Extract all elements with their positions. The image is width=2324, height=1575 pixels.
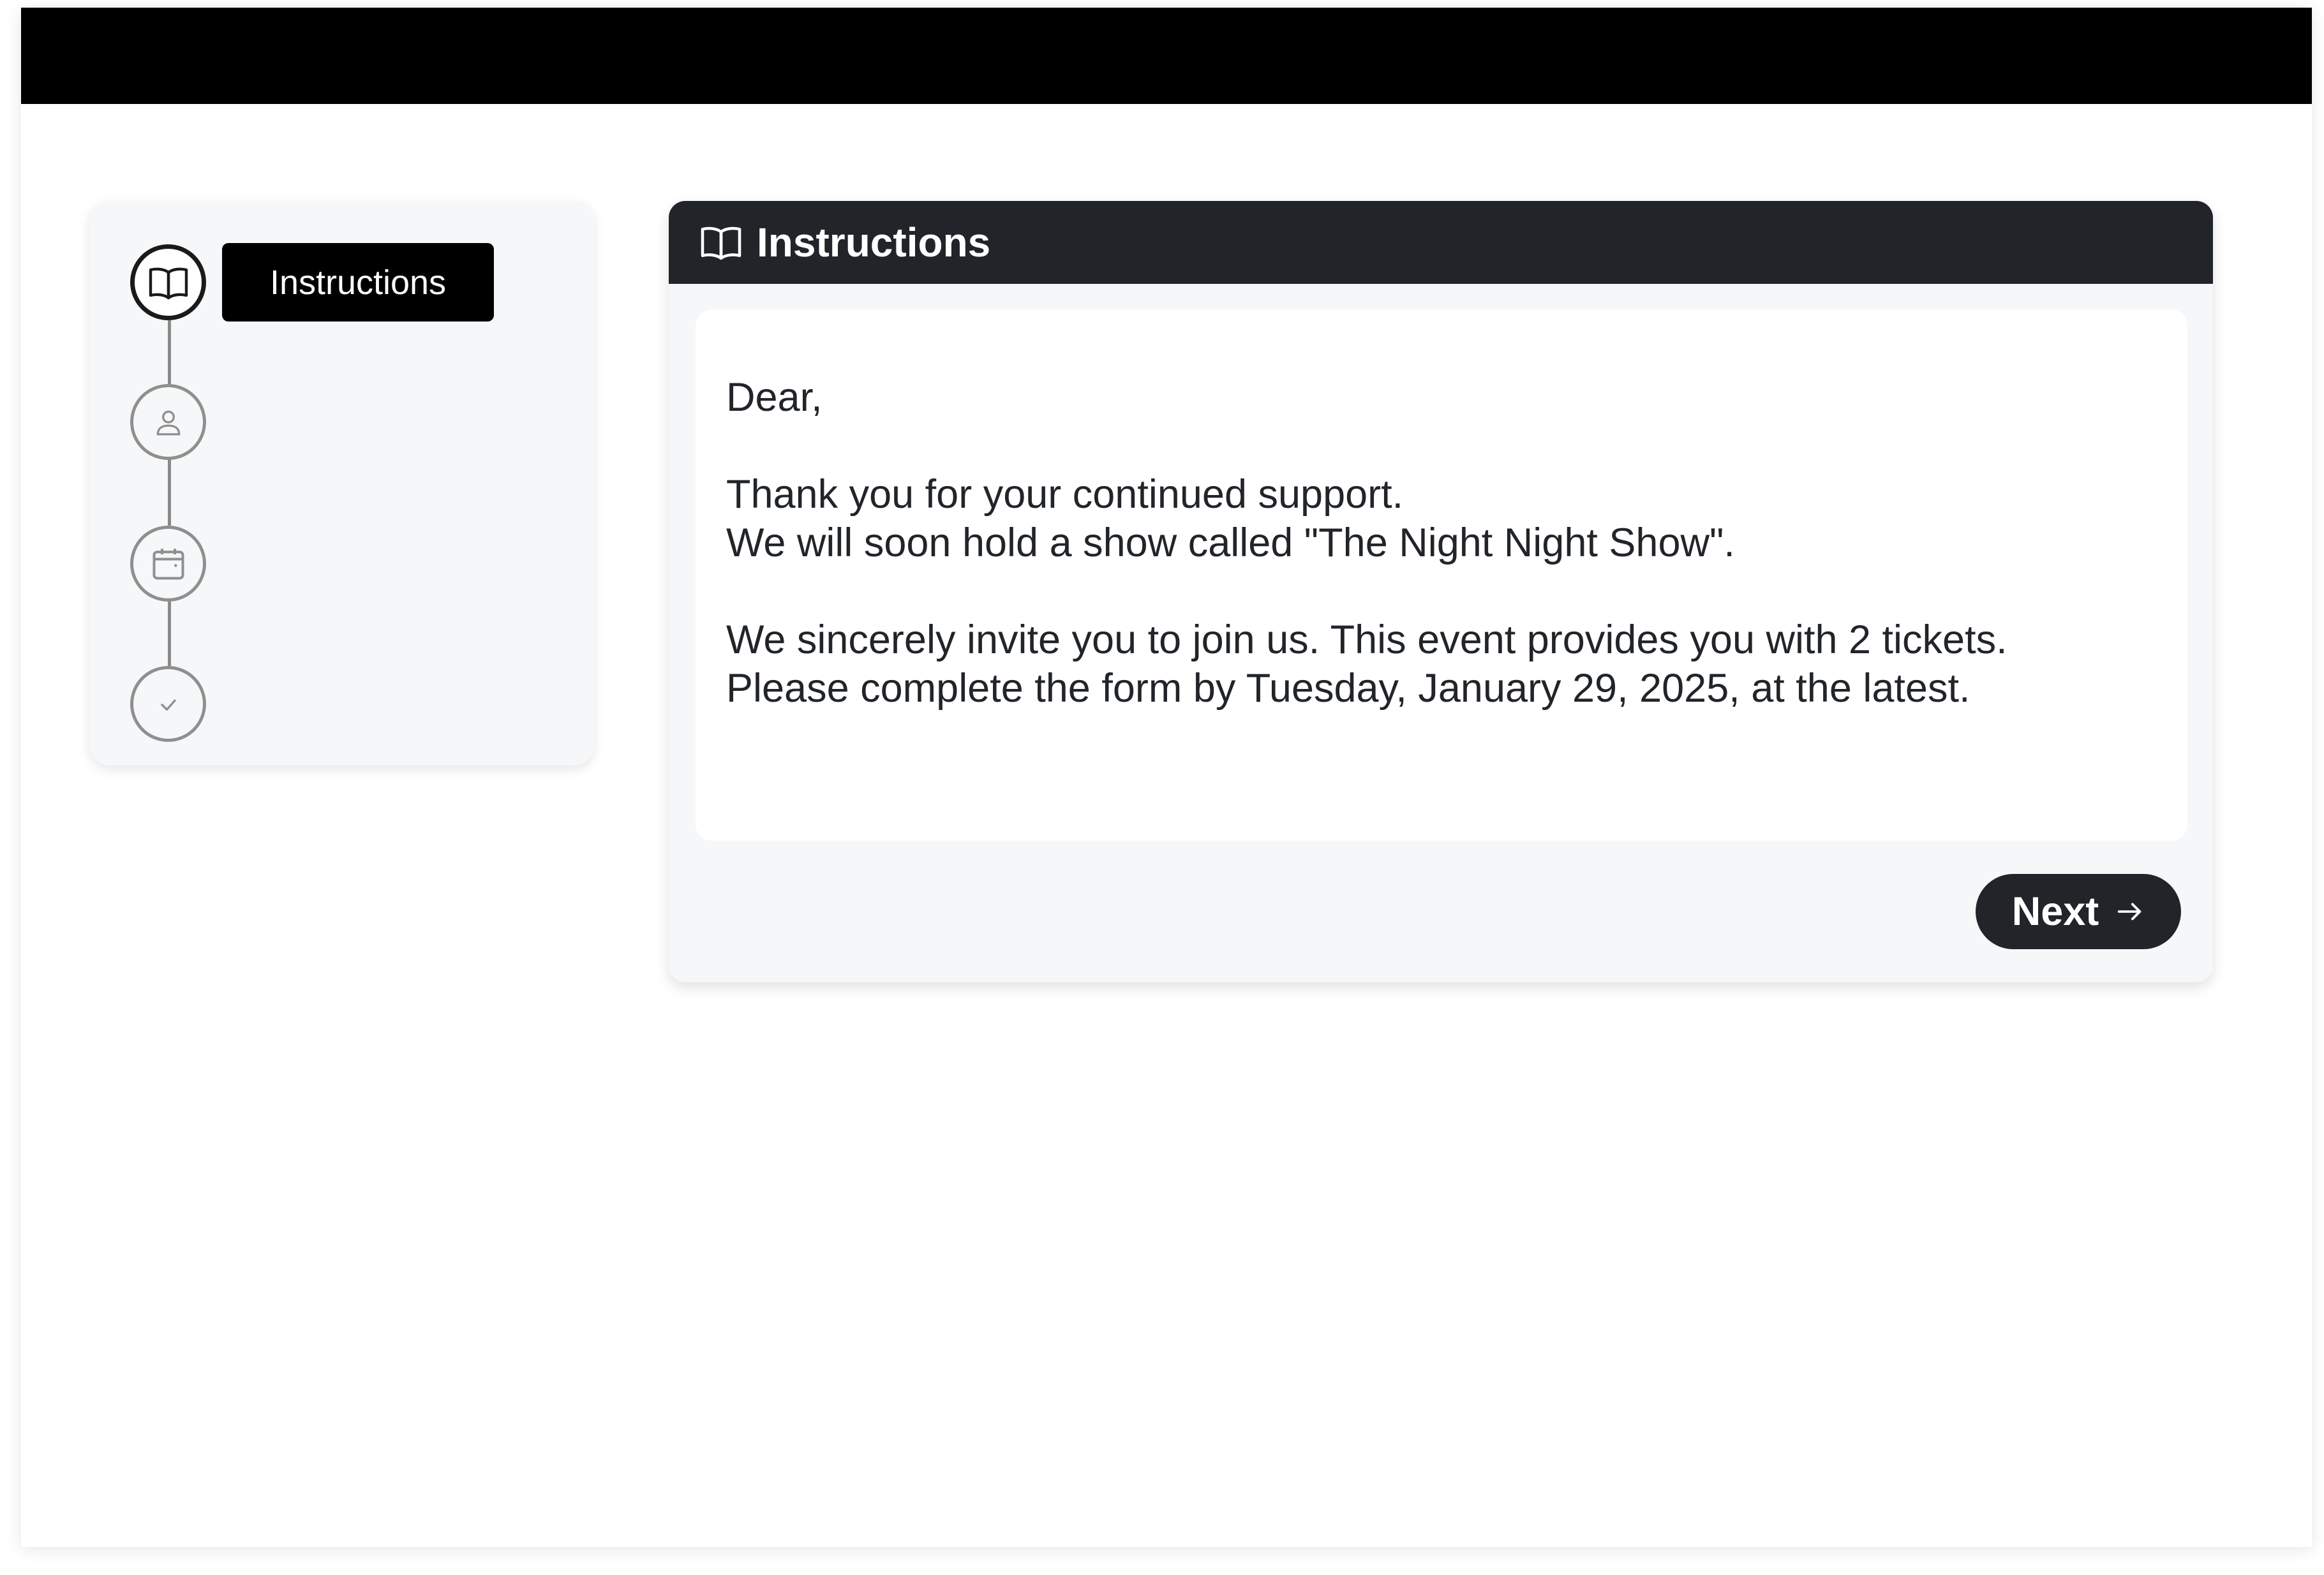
check-icon bbox=[156, 691, 181, 717]
step-connector bbox=[168, 459, 171, 526]
step-instructions[interactable] bbox=[130, 244, 206, 320]
letter-line: Please complete the form by Tuesday, Jan… bbox=[726, 666, 1970, 711]
step-tooltip: Instructions bbox=[222, 243, 494, 322]
letter-content: Dear, Thank you for your continued suppo… bbox=[696, 309, 2187, 841]
letter-line: We will soon hold a show called "The Nig… bbox=[726, 521, 1735, 565]
next-button[interactable]: Next bbox=[1976, 874, 2181, 949]
top-bar bbox=[21, 8, 2312, 104]
card-title: Instructions bbox=[757, 219, 991, 265]
card-header: Instructions bbox=[669, 201, 2213, 284]
letter-line: We sincerely invite you to join us. This… bbox=[726, 617, 2007, 662]
arrow-right-icon bbox=[2115, 899, 2145, 924]
step-schedule[interactable] bbox=[130, 526, 206, 602]
step-connector bbox=[168, 320, 171, 384]
step-personal-info[interactable] bbox=[130, 384, 206, 460]
user-icon bbox=[153, 406, 184, 438]
letter-greeting: Dear, bbox=[726, 375, 823, 420]
book-icon bbox=[148, 265, 189, 300]
step-complete[interactable] bbox=[130, 666, 206, 742]
instructions-card: Instructions Dear, Thank you for your co… bbox=[669, 201, 2213, 982]
letter-line: Thank you for your continued support. bbox=[726, 472, 1404, 517]
next-button-label: Next bbox=[2011, 889, 2099, 934]
step-connector bbox=[168, 601, 171, 666]
book-icon bbox=[699, 223, 743, 262]
calendar-icon bbox=[149, 545, 188, 583]
